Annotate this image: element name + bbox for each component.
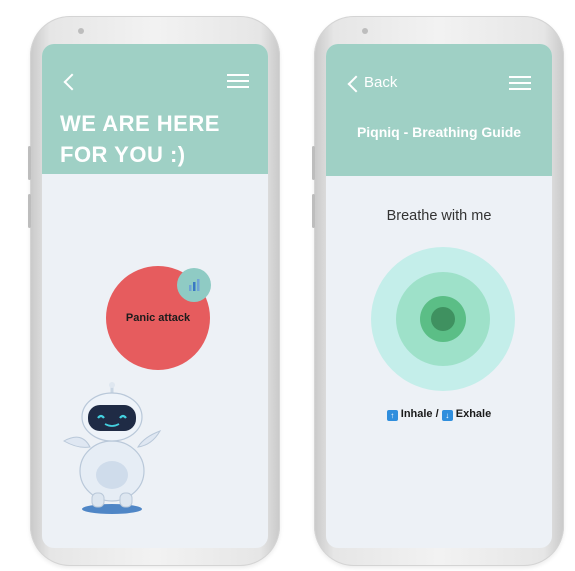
hero-title-line-1: WE ARE HERE xyxy=(60,111,220,136)
side-button xyxy=(312,146,315,180)
hamburger-menu-icon[interactable] xyxy=(509,76,531,90)
breathing-screen: Back Piqniq - Breathing Guide Breathe wi… xyxy=(326,44,552,548)
hero-title-line-2: FOR YOU :) xyxy=(60,142,186,167)
exhale-label: Exhale xyxy=(455,408,492,420)
stats-button[interactable] xyxy=(177,268,211,302)
back-label: Back xyxy=(364,74,398,91)
robot-mascot-icon xyxy=(62,382,162,514)
bar-chart-icon xyxy=(189,279,200,291)
hamburger-menu-icon[interactable] xyxy=(227,74,249,88)
side-button xyxy=(312,194,315,228)
arrow-down-icon: ↓ xyxy=(441,410,453,421)
phone-right: Back Piqniq - Breathing Guide Breathe wi… xyxy=(312,16,564,566)
home-screen: WE ARE HERE FOR YOU :) Panic attack xyxy=(42,44,268,548)
separator: / xyxy=(435,408,439,420)
app-header: WE ARE HERE FOR YOU :) xyxy=(42,44,268,174)
phone-left: WE ARE HERE FOR YOU :) Panic attack xyxy=(28,16,280,566)
page-title: Piqniq - Breathing Guide xyxy=(356,124,522,140)
breath-instructions: ↑ Inhale / ↓ Exhale xyxy=(326,408,552,421)
side-button xyxy=(28,146,31,180)
camera-dot xyxy=(78,28,84,34)
chevron-left-icon xyxy=(347,75,365,93)
arrow-up-icon: ↑ xyxy=(386,410,398,421)
chevron-left-icon[interactable] xyxy=(63,73,81,91)
breathing-ring-core xyxy=(431,307,455,331)
breathe-prompt: Breathe with me xyxy=(386,208,492,224)
camera-dot xyxy=(362,28,368,34)
app-header: Back Piqniq - Breathing Guide xyxy=(326,44,552,176)
panic-attack-label: Panic attack xyxy=(125,312,191,324)
hero-title: WE ARE HERE FOR YOU :) xyxy=(60,108,260,170)
inhale-label: Inhale xyxy=(400,408,433,420)
side-button xyxy=(28,194,31,228)
